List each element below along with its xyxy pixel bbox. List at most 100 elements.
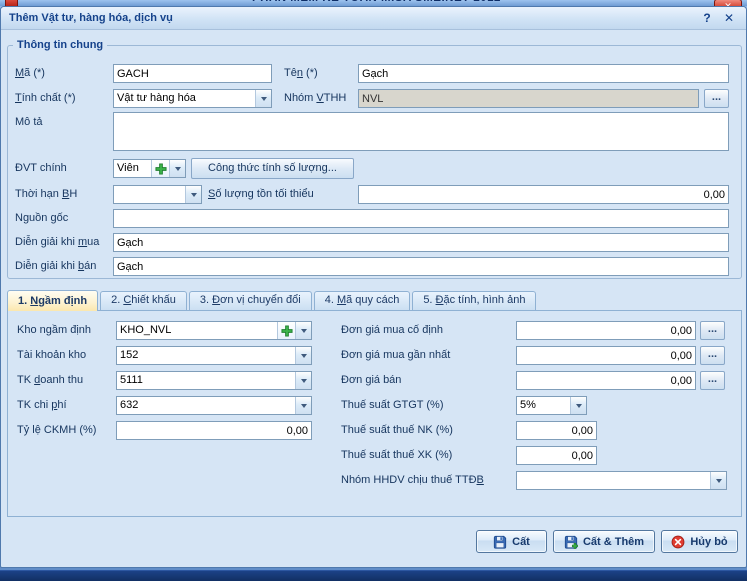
mo-ta-label: Mô tả — [15, 113, 43, 132]
thoi-han-bh-label: Thời hạn BH — [15, 185, 77, 204]
kho-ngam-dinh-value: KHO_NVL — [117, 322, 277, 339]
thue-nk-input[interactable] — [516, 421, 597, 440]
don-gia-mua-gan-nhat-label: Đơn giá mua gần nhất — [341, 346, 450, 365]
tai-khoan-kho-value: 152 — [117, 347, 295, 364]
nhom-hhdv-ttdb-label: Nhóm HHDV chịu thuế TTĐB — [341, 471, 484, 490]
tab-ngam-dinh[interactable]: 1. Ngầm định — [7, 290, 98, 311]
tabstrip: 1. Ngầm định 2. Chiết khấu 3. Đơn vị chu… — [7, 290, 538, 311]
save-button-label: Cất — [512, 536, 530, 548]
save-icon — [493, 535, 507, 549]
dvt-chinh-label: ĐVT chính — [15, 159, 67, 178]
thue-nk-label: Thuế suất thuế NK (%) — [341, 421, 453, 440]
don-gia-ban-label: Đơn giá bán — [341, 371, 401, 390]
tinh-chat-label: Tính chất (*) — [15, 89, 76, 108]
nhom-vthh-browse-button[interactable]: ... — [704, 89, 729, 108]
chevron-down-icon — [301, 379, 307, 383]
parent-window-bottom-edge — [0, 570, 747, 581]
chevron-down-icon — [301, 329, 307, 333]
tab-chiet-khau[interactable]: 2. Chiết khấu — [100, 291, 187, 310]
dvt-chinh-combo[interactable]: Viên — [113, 159, 186, 178]
nhom-hhdv-ttdb-dropdown-button[interactable] — [710, 472, 726, 489]
kho-ngam-dinh-combo[interactable]: KHO_NVL — [116, 321, 312, 340]
kho-ngam-dinh-label: Kho ngầm định — [17, 321, 91, 340]
don-gia-ban-browse-button[interactable]: ... — [700, 371, 725, 390]
ty-le-ckmh-label: Tỷ lệ CKMH (%) — [17, 421, 96, 440]
chevron-down-icon — [175, 167, 181, 171]
plus-icon — [281, 325, 293, 337]
save-button[interactable]: Cất — [476, 530, 547, 553]
tk-chi-phi-label: TK chi phí — [17, 396, 67, 415]
plus-icon — [155, 163, 167, 175]
tab-dac-tinh-hinh-anh[interactable]: 5. Đặc tính, hình ảnh — [412, 291, 536, 310]
dien-giai-mua-input[interactable] — [113, 233, 729, 252]
tk-chi-phi-combo[interactable]: 632 — [116, 396, 312, 415]
don-gia-mua-co-dinh-input[interactable] — [516, 321, 696, 340]
nhom-hhdv-ttdb-combo[interactable] — [516, 471, 727, 490]
ten-label: Tên (*) — [284, 64, 318, 83]
help-button[interactable]: ? — [698, 10, 716, 26]
ma-input[interactable] — [113, 64, 272, 83]
tai-khoan-kho-combo[interactable]: 152 — [116, 346, 312, 365]
cancel-button[interactable]: Hủy bỏ — [661, 530, 738, 553]
nhom-vthh-label: Nhóm VTHH — [284, 89, 346, 108]
close-button[interactable]: ✕ — [720, 10, 738, 26]
nguon-goc-input[interactable] — [113, 209, 729, 228]
tab-ma-quy-cach[interactable]: 4. Mã quy cách — [314, 291, 411, 310]
save-add-icon — [564, 535, 578, 549]
cancel-button-label: Hủy bỏ — [690, 536, 727, 548]
dialog-titlebar: Thêm Vật tư, hàng hóa, dịch vụ ? ✕ — [1, 7, 746, 30]
save-and-add-button-label: Cất & Thêm — [583, 536, 644, 548]
thue-xk-input[interactable] — [516, 446, 597, 465]
add-warehouse-button[interactable] — [277, 322, 295, 339]
don-gia-mua-co-dinh-label: Đơn giá mua cố định — [341, 321, 443, 340]
add-unit-button[interactable] — [151, 160, 169, 177]
nhom-vthh-input — [358, 89, 699, 108]
tk-doanh-thu-value: 5111 — [117, 372, 295, 389]
dvt-chinh-value: Viên — [114, 160, 151, 177]
ty-le-ckmh-input[interactable] — [116, 421, 312, 440]
don-gia-mua-gan-nhat-browse-button[interactable]: ... — [700, 346, 725, 365]
dien-giai-ban-input[interactable] — [113, 257, 729, 276]
ten-input[interactable] — [358, 64, 729, 83]
tinh-chat-combo[interactable]: Vật tư hàng hóa — [113, 89, 272, 108]
tinh-chat-value: Vật tư hàng hóa — [114, 90, 255, 107]
thue-gtgt-value: 5% — [517, 397, 570, 414]
thue-xk-label: Thuế suất thuế XK (%) — [341, 446, 452, 465]
formula-button[interactable]: Công thức tính số lượng... — [191, 158, 354, 179]
don-gia-mua-co-dinh-browse-button[interactable]: ... — [700, 321, 725, 340]
dvt-chinh-dropdown-button[interactable] — [169, 160, 185, 177]
chevron-down-icon — [191, 193, 197, 197]
nhom-hhdv-ttdb-value — [517, 472, 710, 489]
chevron-down-icon — [301, 354, 307, 358]
chevron-down-icon — [716, 479, 722, 483]
nguon-goc-label: Nguồn gốc — [15, 209, 68, 228]
chevron-down-icon — [301, 404, 307, 408]
tab-don-vi-chuyen-doi[interactable]: 3. Đơn vị chuyển đổi — [189, 291, 312, 310]
don-gia-ban-input[interactable] — [516, 371, 696, 390]
save-and-add-button[interactable]: Cất & Thêm — [553, 530, 655, 553]
tk-doanh-thu-combo[interactable]: 5111 — [116, 371, 312, 390]
thoi-han-bh-combo[interactable] — [113, 185, 202, 204]
chevron-down-icon — [261, 97, 267, 101]
tai-khoan-kho-dropdown-button[interactable] — [295, 347, 311, 364]
ma-label: Mã (*) — [15, 64, 45, 83]
tinh-chat-dropdown-button[interactable] — [255, 90, 271, 107]
dialog-title: Thêm Vật tư, hàng hóa, dịch vụ — [9, 12, 694, 24]
screen: PHẦN MỀM KẾ TOÁN MISA SME.NET 2012 ✕ Thê… — [0, 0, 747, 581]
mo-ta-textarea[interactable] — [113, 112, 729, 151]
dien-giai-mua-label: Diễn giải khi mua — [15, 233, 99, 252]
kho-ngam-dinh-dropdown-button[interactable] — [295, 322, 311, 339]
thue-gtgt-combo[interactable]: 5% — [516, 396, 587, 415]
dien-giai-ban-label: Diễn giải khi bán — [15, 257, 96, 276]
thue-gtgt-label: Thuế suất GTGT (%) — [341, 396, 444, 415]
dialog-them-vat-tu: Thêm Vật tư, hàng hóa, dịch vụ ? ✕ Thông… — [0, 6, 747, 568]
don-gia-mua-gan-nhat-input[interactable] — [516, 346, 696, 365]
ton-toi-thieu-input[interactable] — [358, 185, 729, 204]
thue-gtgt-dropdown-button[interactable] — [570, 397, 586, 414]
tai-khoan-kho-label: Tài khoản kho — [17, 346, 86, 365]
thoi-han-bh-value — [114, 186, 185, 203]
ton-toi-thieu-label: Số lượng tồn tối thiểu — [208, 185, 314, 204]
tk-doanh-thu-dropdown-button[interactable] — [295, 372, 311, 389]
tk-chi-phi-dropdown-button[interactable] — [295, 397, 311, 414]
thoi-han-bh-dropdown-button[interactable] — [185, 186, 201, 203]
